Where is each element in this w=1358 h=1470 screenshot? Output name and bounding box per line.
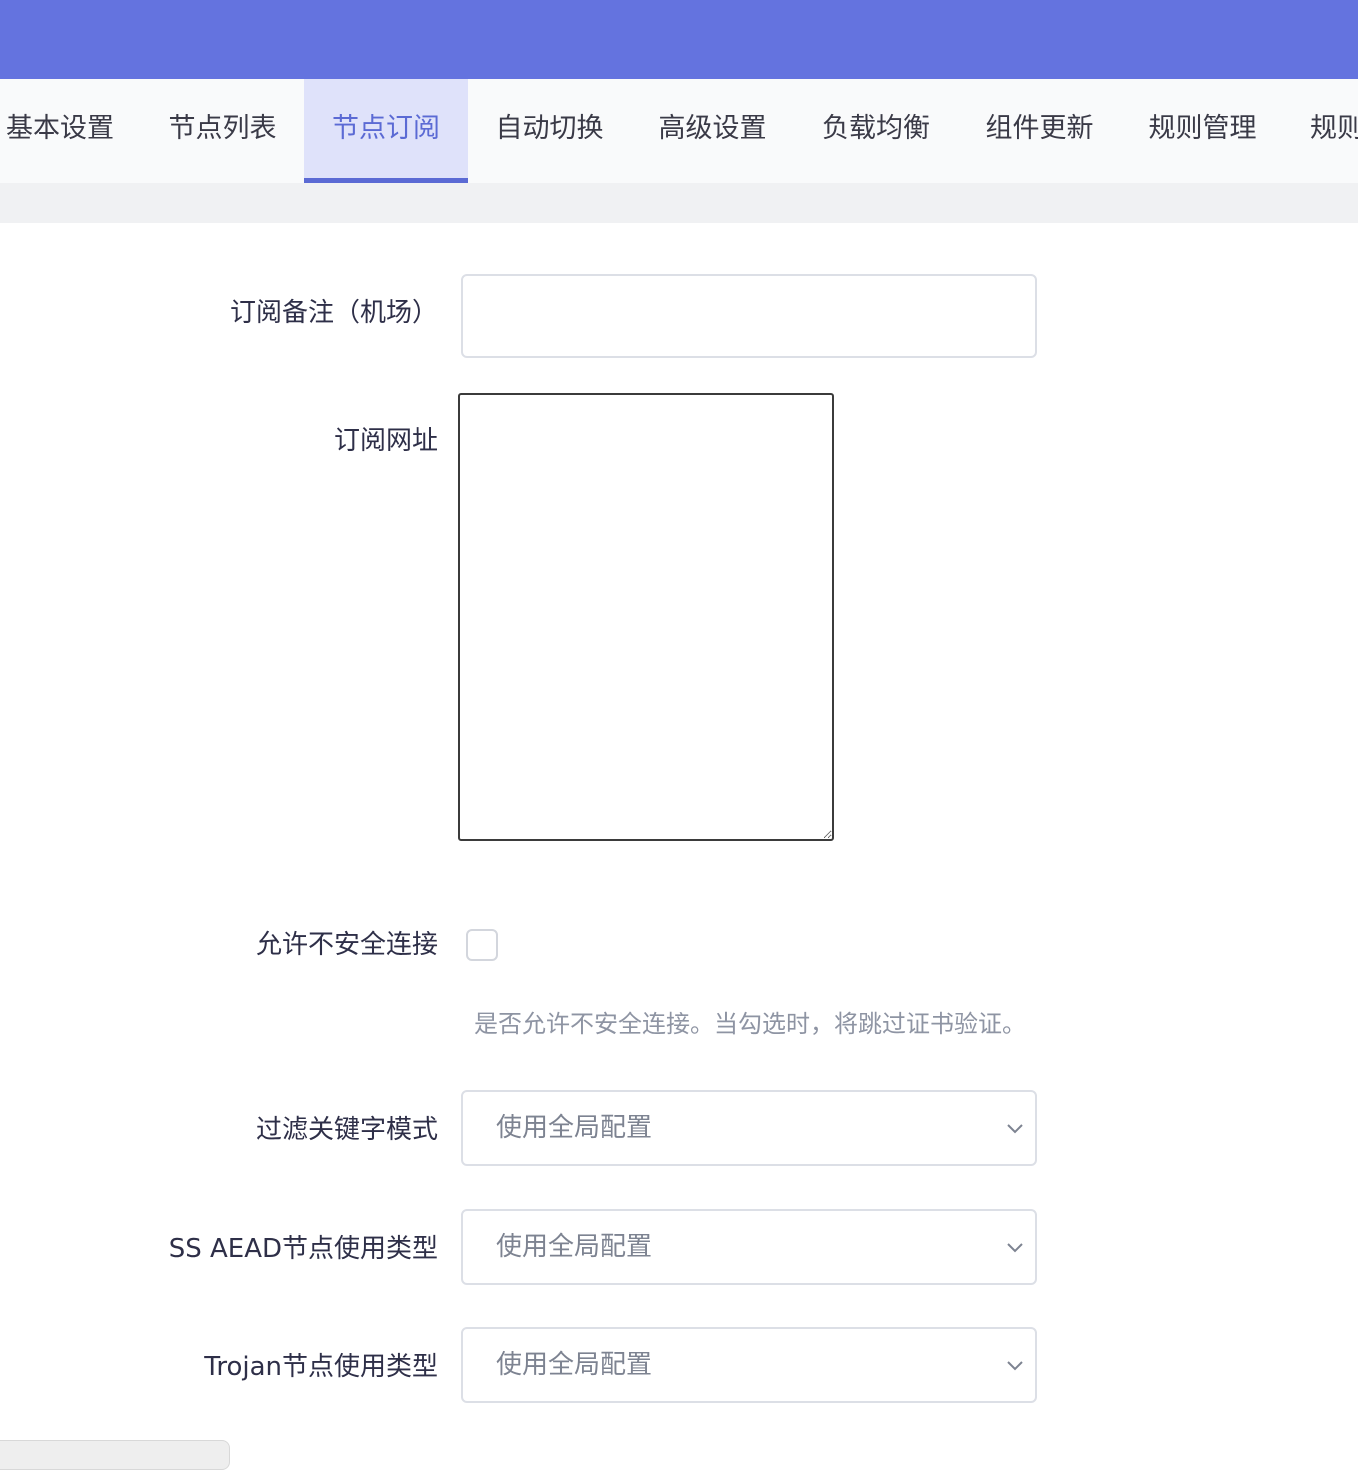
ss-aead-type-value: 使用全局配置	[496, 1232, 653, 1262]
chevron-down-icon	[1007, 1243, 1023, 1253]
tab-load-balance[interactable]: 负载均衡	[794, 79, 958, 183]
filter-mode-select[interactable]: 使用全局配置	[461, 1090, 1037, 1166]
filter-mode-label: 过滤关键字模式	[255, 1115, 438, 1145]
ss-aead-type-select[interactable]: 使用全局配置	[461, 1209, 1037, 1285]
allow-insecure-hint: 是否允许不安全连接。当勾选时，将跳过证书验证。	[474, 1010, 1026, 1038]
subscription-url-label: 订阅网址	[333, 426, 438, 456]
top-header-bar	[0, 0, 1358, 79]
tab-node-list[interactable]: 节点列表	[141, 79, 304, 183]
tab-rules-truncated[interactable]: 规则	[1284, 79, 1358, 183]
trojan-type-value: 使用全局配置	[496, 1350, 653, 1380]
remark-label: 订阅备注（机场）	[229, 298, 438, 328]
trojan-type-label: Trojan节点使用类型	[204, 1352, 438, 1382]
tab-rule-management[interactable]: 规则管理	[1121, 79, 1284, 183]
trojan-type-select[interactable]: 使用全局配置	[461, 1327, 1037, 1403]
remark-input[interactable]	[461, 274, 1037, 358]
ss-aead-type-label: SS AEAD节点使用类型	[168, 1234, 438, 1264]
section-divider	[0, 183, 1358, 223]
tab-basic-settings[interactable]: 基本设置	[0, 79, 140, 183]
tab-bar: 基本设置 节点列表 节点订阅 自动切换 高级设置 负载均衡 组件更新 规则管理 …	[0, 79, 1358, 183]
tab-advanced-settings[interactable]: 高级设置	[631, 79, 794, 183]
filter-mode-value: 使用全局配置	[496, 1113, 653, 1143]
allow-insecure-checkbox[interactable]	[466, 929, 498, 961]
allow-insecure-label: 允许不安全连接	[255, 930, 438, 960]
subscription-url-textarea[interactable]	[458, 393, 834, 841]
chevron-down-icon	[1007, 1124, 1023, 1134]
tab-auto-switch[interactable]: 自动切换	[468, 79, 631, 183]
chevron-down-icon	[1007, 1361, 1023, 1371]
status-tooltip	[0, 1440, 230, 1470]
tab-node-subscription[interactable]: 节点订阅	[304, 79, 468, 183]
tab-component-update[interactable]: 组件更新	[958, 79, 1121, 183]
